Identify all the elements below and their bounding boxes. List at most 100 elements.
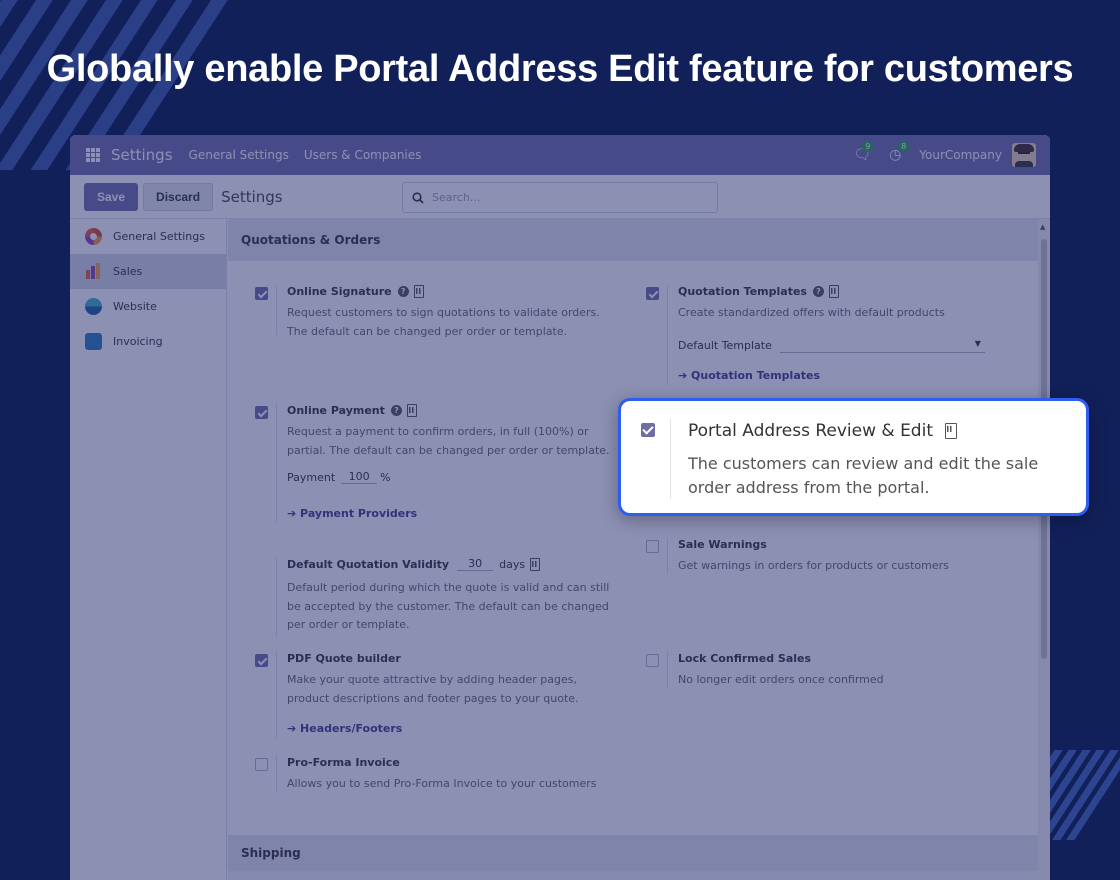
- activities-button[interactable]: ◷ 8: [889, 141, 910, 163]
- setting-title: PDF Quote builder: [287, 652, 401, 665]
- user-avatar[interactable]: [1012, 143, 1036, 167]
- content-scrollbar[interactable]: ▲: [1038, 219, 1050, 880]
- pdf-quote-builder-checkbox[interactable]: [255, 654, 268, 667]
- arrow-right-icon: ➔: [287, 507, 301, 520]
- divider: [276, 404, 277, 522]
- settings-content: Quotations & Orders Online Signature? Re…: [228, 219, 1038, 880]
- company-switcher[interactable]: YourCompany: [919, 148, 1002, 162]
- setting-title: Quotation Templates?: [678, 285, 839, 298]
- website-globe-icon: [85, 298, 102, 315]
- search-icon: [412, 191, 424, 204]
- setting-title: Sale Warnings: [678, 538, 767, 551]
- divider: [667, 285, 668, 385]
- setting-online-payment: Online Payment? Request a payment to con…: [255, 404, 615, 524]
- headline: Globally enable Portal Address Edit feat…: [46, 48, 1074, 90]
- breadcrumb: Settings: [221, 187, 283, 206]
- sales-chart-icon: [85, 263, 102, 280]
- online-signature-checkbox[interactable]: [255, 287, 268, 300]
- search-input[interactable]: [432, 191, 702, 204]
- setting-description: Create standardized offers with default …: [678, 306, 945, 319]
- section-header-shipping: Shipping: [228, 835, 1038, 871]
- setting-pdf-quote-builder: PDF Quote builder Make your quote attrac…: [255, 652, 615, 742]
- field-label: Payment: [287, 470, 336, 484]
- callout-description: The customers can review and edit the sa…: [688, 454, 1039, 497]
- setting-title: Default Quotation Validity 30 days: [287, 557, 541, 571]
- field-unit: %: [380, 470, 391, 484]
- quotation-templates-link[interactable]: ➔ Quotation Templates: [678, 369, 820, 382]
- setting-title: Lock Confirmed Sales: [678, 652, 812, 665]
- setting-online-signature: Online Signature? Request customers to s…: [255, 285, 615, 345]
- section-header-quotations: Quotations & Orders: [228, 219, 1038, 261]
- company-building-icon: [406, 404, 417, 417]
- top-navbar: Settings General Settings Users & Compan…: [70, 135, 1050, 175]
- setting-description: Get warnings in orders for products or c…: [678, 559, 949, 572]
- divider: [667, 652, 668, 688]
- messages-button[interactable]: 🗨 9: [853, 141, 874, 163]
- validity-days-input[interactable]: 30: [457, 557, 494, 571]
- link-text: Headers/Footers: [300, 722, 403, 735]
- sidebar-item-label: Sales: [113, 265, 143, 278]
- divider: [670, 419, 671, 499]
- setting-quotation-validity: Default Quotation Validity 30 days Defau…: [255, 557, 615, 639]
- sidebar-item-label: General Settings: [113, 230, 205, 243]
- apps-menu-icon[interactable]: [86, 148, 100, 162]
- divider: [276, 652, 277, 738]
- app-title[interactable]: Settings: [111, 146, 173, 164]
- section-body-quotations: Online Signature? Request customers to s…: [228, 261, 1038, 835]
- default-template-field: Default Template ▼: [678, 337, 985, 353]
- arrow-right-icon: ➔: [287, 722, 301, 735]
- sidebar-item-label: Website: [113, 300, 157, 313]
- portal-address-callout: Portal Address Review & Edit The custome…: [618, 398, 1089, 516]
- setting-description: Request customers to sign quotations to …: [287, 306, 600, 338]
- setting-quotation-templates: Quotation Templates? Create standardized…: [646, 285, 1006, 395]
- quotation-templates-checkbox[interactable]: [646, 287, 659, 300]
- setting-title-text: Online Signature: [287, 285, 392, 298]
- odoo-logo-icon: [85, 228, 102, 245]
- help-icon[interactable]: ?: [812, 286, 824, 297]
- portal-address-checkbox[interactable]: [641, 423, 655, 437]
- nav-users-companies[interactable]: Users & Companies: [304, 148, 422, 162]
- callout-title: Portal Address Review & Edit: [688, 421, 957, 441]
- nav-general-settings[interactable]: General Settings: [189, 148, 289, 162]
- headers-footers-link[interactable]: ➔ Headers/Footers: [287, 722, 402, 735]
- payment-percent-field: Payment 100 %: [287, 470, 391, 484]
- activities-count-badge: 8: [898, 141, 910, 152]
- setting-title: Pro-Forma Invoice: [287, 756, 400, 769]
- discard-button[interactable]: Discard: [143, 182, 214, 211]
- help-icon[interactable]: ?: [397, 286, 409, 297]
- caret-down-icon: ▼: [974, 339, 981, 348]
- decorative-stripes-bottom-right: [1040, 750, 1120, 840]
- setting-title-text: Online Payment: [287, 404, 385, 417]
- arrow-right-icon: ➔: [678, 369, 692, 382]
- payment-percent-input[interactable]: 100: [341, 470, 378, 484]
- sidebar-item-invoicing[interactable]: Invoicing: [70, 324, 226, 359]
- pro-forma-checkbox[interactable]: [255, 758, 268, 771]
- divider: [276, 756, 277, 792]
- setting-title-text: Default Quotation Validity: [287, 557, 450, 571]
- lock-confirmed-checkbox[interactable]: [646, 654, 659, 667]
- sidebar-item-general-settings[interactable]: General Settings: [70, 219, 226, 254]
- setting-title: Online Payment?: [287, 404, 417, 417]
- setting-pro-forma-invoice: Pro-Forma Invoice Allows you to send Pro…: [255, 756, 615, 796]
- search-bar: [402, 182, 718, 213]
- help-icon[interactable]: ?: [390, 405, 402, 416]
- online-payment-checkbox[interactable]: [255, 406, 268, 419]
- setting-title: Online Signature?: [287, 285, 424, 298]
- setting-lock-confirmed-sales: Lock Confirmed Sales No longer edit orde…: [646, 652, 1006, 692]
- setting-description: Make your quote attractive by adding hea…: [287, 673, 579, 705]
- sidebar-item-label: Invoicing: [113, 335, 163, 348]
- sidebar-item-website[interactable]: Website: [70, 289, 226, 324]
- default-template-select[interactable]: ▼: [779, 337, 985, 353]
- sale-warnings-checkbox[interactable]: [646, 540, 659, 553]
- save-button[interactable]: Save: [84, 182, 139, 211]
- setting-title-text: Quotation Templates: [678, 285, 807, 298]
- setting-description: Allows you to send Pro-Forma Invoice to …: [287, 777, 597, 790]
- field-label: Default Template: [678, 338, 772, 352]
- sidebar-item-sales[interactable]: Sales: [70, 254, 226, 289]
- link-text: Payment Providers: [300, 507, 418, 520]
- payment-providers-link[interactable]: ➔ Payment Providers: [287, 507, 417, 520]
- scroll-up-icon[interactable]: ▲: [1040, 223, 1045, 231]
- company-building-icon: [530, 557, 541, 571]
- divider: [667, 538, 668, 574]
- company-building-icon: [945, 423, 957, 439]
